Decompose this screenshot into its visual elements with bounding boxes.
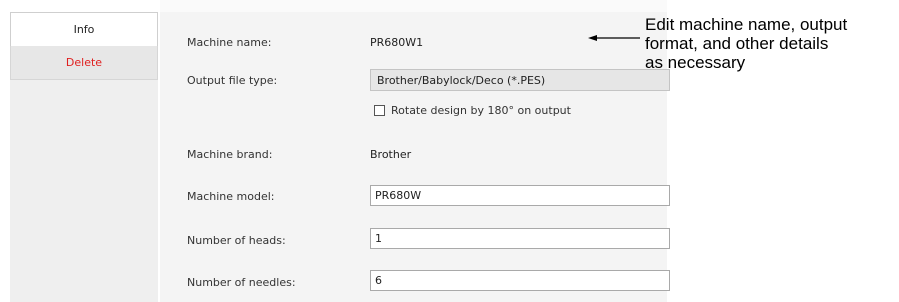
machine-brand-value: Brother — [370, 148, 412, 161]
annotation-line-1: Edit machine name, output — [645, 15, 848, 34]
machine-brand-label: Machine brand: — [187, 148, 273, 161]
number-of-heads-field[interactable]: 1 — [370, 228, 670, 249]
nav-item-info[interactable]: Info — [10, 12, 158, 46]
panel-top-strip — [160, 0, 667, 12]
output-file-type-label: Output file type: — [187, 74, 278, 87]
nav-item-delete-label: Delete — [65, 56, 103, 69]
machine-name-label: Machine name: — [187, 36, 272, 49]
nav-item-delete[interactable]: Delete — [10, 46, 158, 80]
rotate-option-row[interactable]: Rotate design by 180° on output — [374, 104, 571, 117]
machine-model-value: PR680W — [375, 189, 422, 202]
number-of-needles-label: Number of needles: — [187, 276, 296, 289]
rotate-checkbox-label: Rotate design by 180° on output — [391, 104, 571, 117]
machine-model-label: Machine model: — [187, 190, 275, 203]
annotation-line-3: as necessary — [645, 53, 746, 72]
nav-item-info-label: Info — [73, 23, 95, 36]
machine-details-panel: Machine name: PR680W1 Output file type: … — [160, 12, 670, 302]
output-file-type-value: Brother/Babylock/Deco (*.PES) — [377, 74, 546, 87]
output-file-type-select[interactable]: Brother/Babylock/Deco (*.PES) — [370, 69, 670, 91]
number-of-heads-value: 1 — [375, 232, 382, 245]
machine-name-value[interactable]: PR680W1 — [370, 36, 423, 49]
number-of-needles-value: 6 — [375, 274, 382, 287]
sidebar-nav: Info Delete — [10, 12, 158, 302]
annotation-line-2: format, and other details — [645, 34, 829, 53]
annotation-text: Edit machine name, output format, and ot… — [645, 15, 897, 72]
machine-model-field[interactable]: PR680W — [370, 185, 670, 206]
number-of-needles-field[interactable]: 6 — [370, 270, 670, 291]
number-of-heads-label: Number of heads: — [187, 234, 286, 247]
rotate-checkbox[interactable] — [374, 105, 385, 116]
